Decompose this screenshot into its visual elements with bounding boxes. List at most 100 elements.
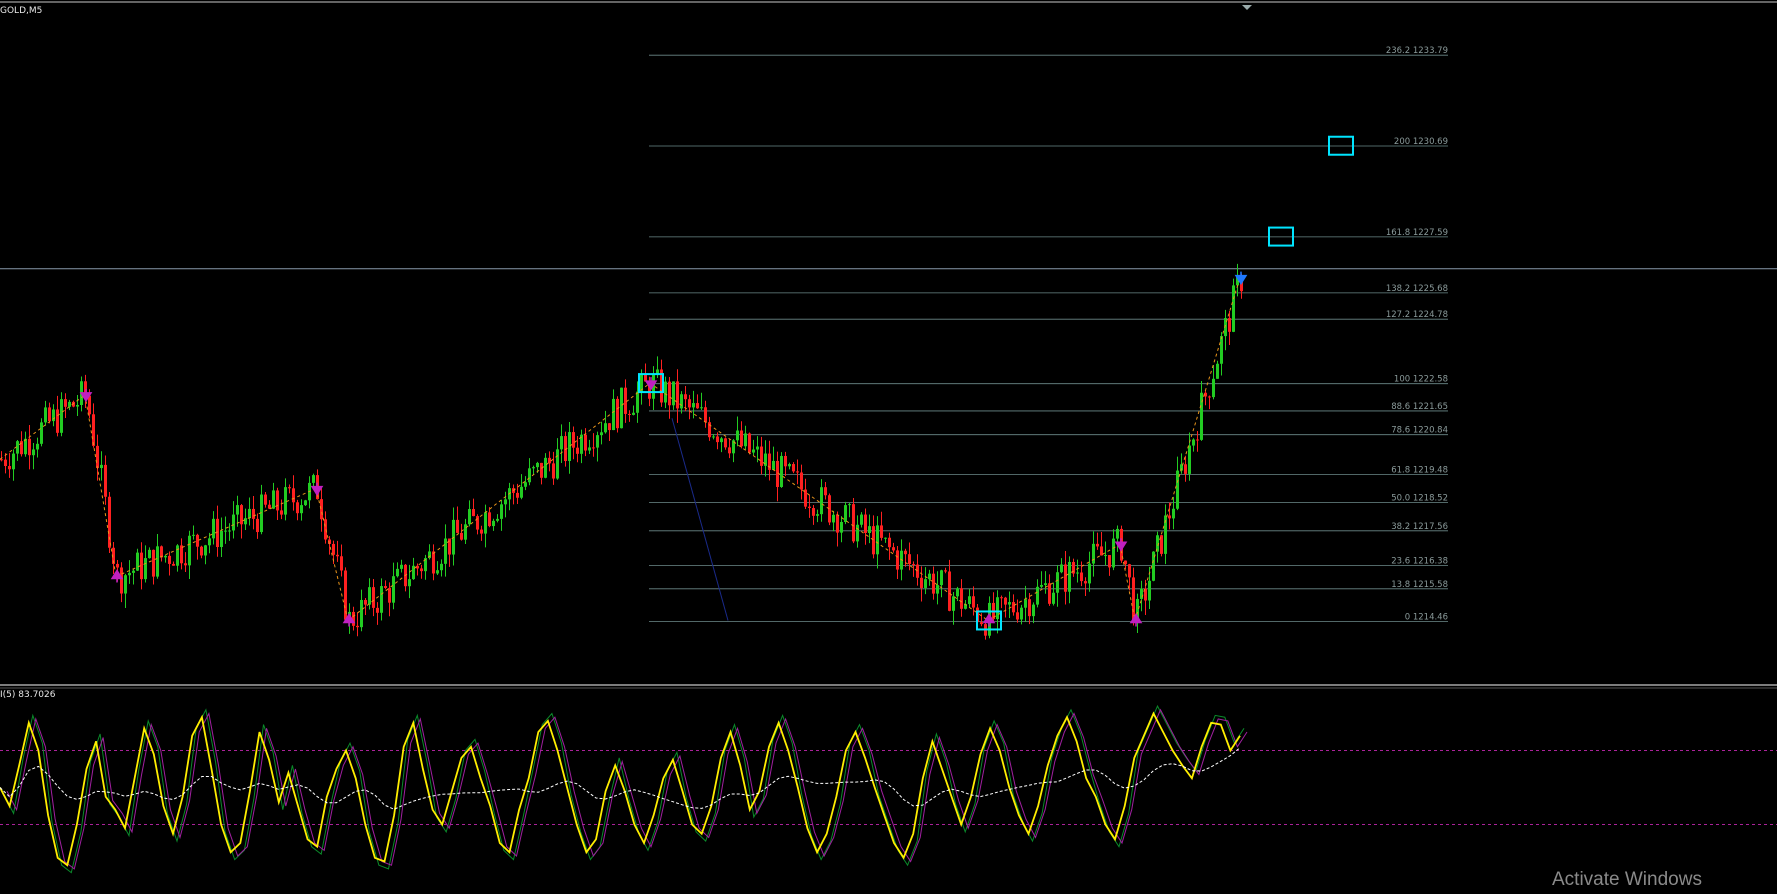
candle-bull [788,464,791,467]
candle-bear [628,413,631,415]
candle-bear [480,529,483,534]
fib-level-label: 23.6 1216.38 [1391,556,1448,566]
candle-bull [1216,363,1219,379]
candle-bull [1104,555,1107,557]
candle-bear [356,625,359,628]
candle-bull [996,597,999,620]
candle-bear [252,508,255,519]
candle-bear [824,487,827,496]
fib-level-label: 127.2 1224.78 [1386,310,1448,320]
candle-bear [760,446,763,466]
candle-bull [400,564,403,569]
candle-bull [100,464,103,469]
candle-bear [864,514,867,534]
candle-bear [792,464,795,472]
fib-level-label: 78.6 1220.84 [1391,426,1448,436]
candle-bull [832,514,835,523]
candle-bear [456,519,459,533]
candle-bull [128,572,131,576]
candle-bull [612,398,615,431]
candle-bear [4,459,7,467]
candle-bear [1228,318,1231,332]
candle-bull [500,504,503,519]
candle-bull [436,570,439,574]
candle-bull [12,453,15,470]
candle-bull [600,432,603,436]
candle-bear [388,587,391,603]
candle-bear [784,455,787,467]
candle-bull [236,505,239,515]
candle-bear [796,471,799,473]
candle-bull [1148,580,1151,601]
candle-bull [1088,563,1091,584]
candle-bull [532,467,535,469]
candle-bear [668,381,671,406]
candle-bear [716,436,719,443]
candle-bear [880,525,883,538]
candle-bull [664,381,667,403]
candle-bear [64,399,67,407]
candle-bear [516,492,519,498]
candle-bull [1008,602,1011,605]
candle-bull [496,518,499,521]
candle-bear [96,445,99,469]
candle-bull [368,587,371,605]
candle-bull [1024,599,1027,608]
candle-bear [1064,564,1067,592]
candle-bull [596,435,599,448]
candle-bull [1076,572,1079,574]
candle-bear [1028,599,1031,617]
candle-bear [196,534,199,547]
candle-bear [872,526,875,555]
candle-bear [168,555,171,564]
candle-bear [28,438,31,456]
candle-bull [1220,336,1223,364]
candle-bear [812,508,815,516]
candle-bear [552,463,555,479]
candle-bear [932,573,935,594]
candle-bull [408,579,411,587]
candle-bear [460,532,463,540]
candle-bull [528,468,531,483]
candle-bear [1128,564,1131,578]
candle-bull [560,436,563,450]
candle-bull [1020,607,1023,620]
candle-bear [804,489,807,507]
candle-bear [200,546,203,556]
zigzag-segment [649,382,989,621]
candle-bull [544,457,547,478]
candle-bear [888,537,891,548]
candle-bear [152,549,155,577]
candle-bear [616,398,619,429]
candle-bull [396,568,399,577]
candle-bull [464,524,467,540]
candle-bull [712,436,715,438]
candle-bull [700,407,703,409]
candle-bull [60,399,63,433]
candle-bull [736,430,739,441]
candle-bull [856,524,859,542]
candle-bull [224,530,227,532]
candle-bear [1004,597,1007,605]
candle-bull [380,586,383,613]
candle-bear [800,472,803,490]
candle-bull [124,575,127,594]
fib-level-label: 236.2 1233.79 [1386,46,1448,56]
candle-bear [1184,464,1187,474]
candle-bull [692,403,695,408]
candle-bear [1208,396,1211,398]
candle-bull [840,521,843,533]
candle-bull [1040,584,1043,587]
candle-bear [184,563,187,566]
candle-bear [476,516,479,530]
candle-bull [1212,378,1215,398]
candle-bull [884,537,887,539]
candle-bull [524,482,527,487]
candle-bull [248,508,251,519]
candle-bull [188,535,191,566]
candle-bear [376,607,379,613]
candle-bull [312,475,315,483]
candle-bear [1000,597,1003,599]
candle-bear [216,518,219,548]
fib-level-label: 200 1230.69 [1394,137,1448,147]
